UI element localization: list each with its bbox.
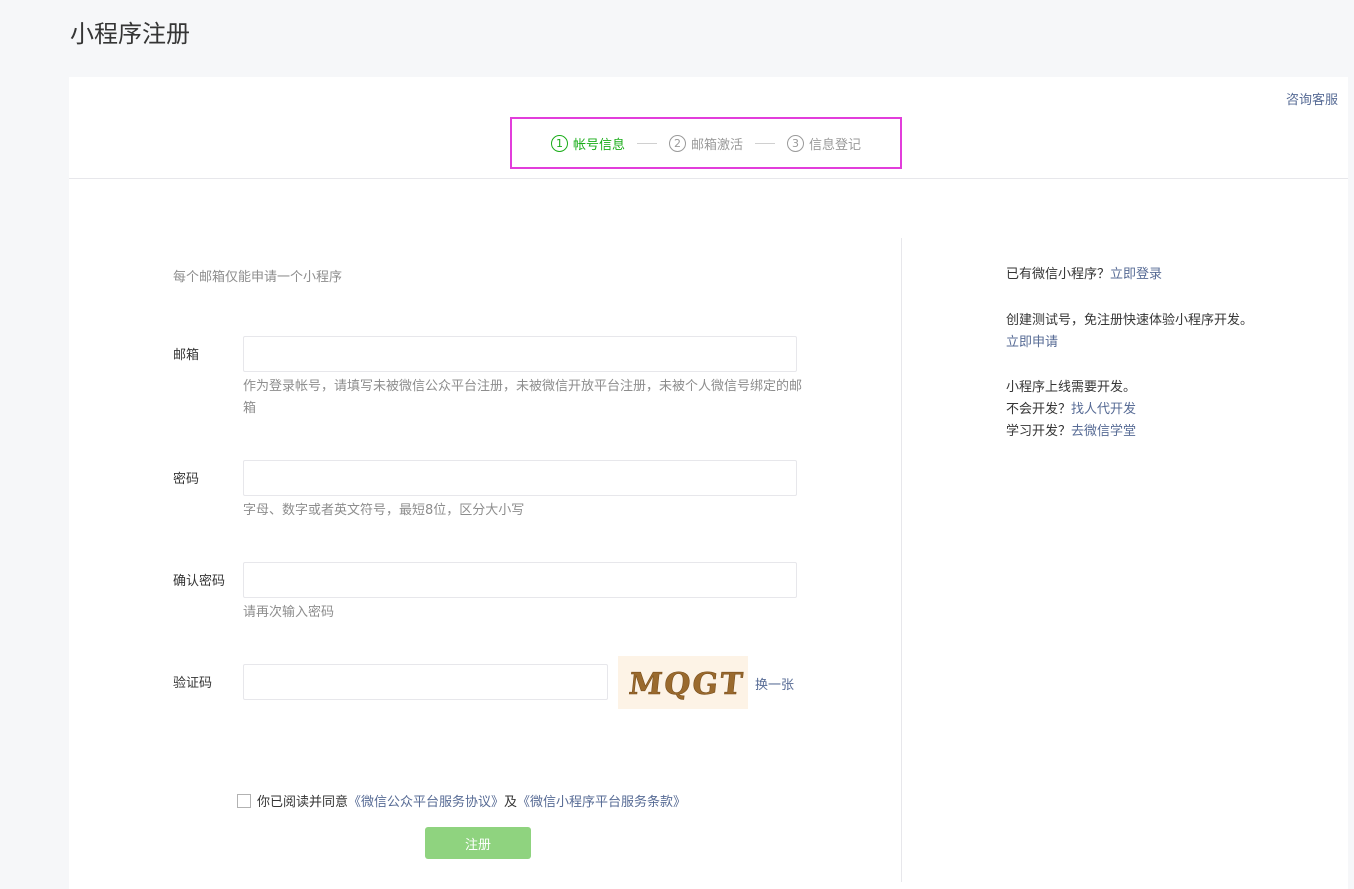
email-label: 邮箱	[173, 348, 200, 363]
confirm-password-label: 确认密码	[173, 574, 226, 589]
sidebar-dev-info: 小程序上线需要开发。 不会开发？找人代开发 学习开发？去微信学堂	[1006, 377, 1136, 443]
dev-required-text: 小程序上线需要开发。	[1006, 380, 1137, 395]
column-divider	[901, 238, 902, 882]
consult-service-link[interactable]: 咨询客服	[1286, 89, 1338, 108]
step-separator	[755, 142, 775, 144]
email-hint: 作为登录帐号，请填写未被微信公众平台注册，未被微信开放平台注册，未被个人微信号绑…	[243, 379, 803, 416]
login-prefix: 已有微信小程序？	[1006, 267, 1111, 282]
step-number-3: 3	[787, 134, 804, 152]
agreement-conjunction: 及	[504, 795, 518, 810]
step-separator	[636, 142, 657, 144]
step-indicator: 1 帐号信息 2 邮箱激活 3 信息登记	[510, 117, 902, 169]
sidebar-test-account: 创建测试号，免注册快速体验小程序开发。立即申请	[1006, 310, 1256, 354]
confirm-password-field[interactable]	[243, 562, 797, 598]
wechat-academy-link[interactable]: 去微信学堂	[1071, 424, 1136, 439]
step-label: 邮箱激活	[690, 137, 743, 153]
step-email-activation: 2 邮箱激活	[668, 134, 743, 153]
step-account-info: 1 帐号信息	[550, 134, 625, 153]
sidebar-login: 已有微信小程序？立即登录	[1006, 264, 1162, 286]
captcha-label: 验证码	[173, 676, 213, 691]
form-notice: 每个邮箱仅能申请一个小程序	[173, 270, 343, 285]
password-label: 密码	[173, 472, 200, 487]
miniprogram-terms-link[interactable]: 《微信小程序平台服务条款》	[517, 791, 686, 810]
password-field[interactable]	[243, 460, 797, 496]
captcha-text: MQGT	[627, 667, 746, 702]
agreement-prefix: 你已阅读并同意	[257, 795, 349, 810]
page-title: 小程序注册	[70, 20, 190, 48]
captcha-image[interactable]: MQGT	[618, 656, 748, 709]
password-hint: 字母、数字或者英文符号，最短8位，区分大小写	[243, 503, 525, 518]
step-label: 信息登记	[809, 137, 862, 153]
service-agreement-link[interactable]: 《微信公众平台服务协议》	[348, 791, 504, 810]
hire-prefix: 不会开发？	[1006, 402, 1072, 417]
email-field[interactable]	[243, 336, 797, 372]
captcha-input[interactable]	[243, 664, 608, 700]
confirm-password-hint: 请再次输入密码	[243, 605, 335, 620]
hire-developer-link[interactable]: 找人代开发	[1071, 402, 1136, 417]
login-link[interactable]: 立即登录	[1110, 267, 1162, 282]
apply-test-link[interactable]: 立即申请	[1006, 335, 1058, 350]
step-number-1: 1	[550, 134, 568, 152]
agreement-row: 你已阅读并同意 《微信公众平台服务协议》 及 《微信小程序平台服务条款》	[237, 791, 686, 810]
step-info-registration: 3 信息登记	[787, 134, 861, 153]
register-button[interactable]: 注册	[425, 827, 531, 859]
captcha-refresh-link[interactable]: 换一张	[755, 674, 794, 693]
step-label: 帐号信息	[572, 137, 625, 153]
agreement-checkbox[interactable]	[237, 793, 251, 808]
learn-prefix: 学习开发？	[1006, 424, 1072, 439]
header-divider	[69, 178, 1348, 179]
step-number-2: 2	[668, 134, 686, 152]
test-account-text: 创建测试号，免注册快速体验小程序开发。	[1006, 313, 1254, 328]
registration-card: 咨询客服 1 帐号信息 2 邮箱激活 3 信息登记 每个邮箱仅能申请一个小程序 …	[69, 77, 1348, 889]
